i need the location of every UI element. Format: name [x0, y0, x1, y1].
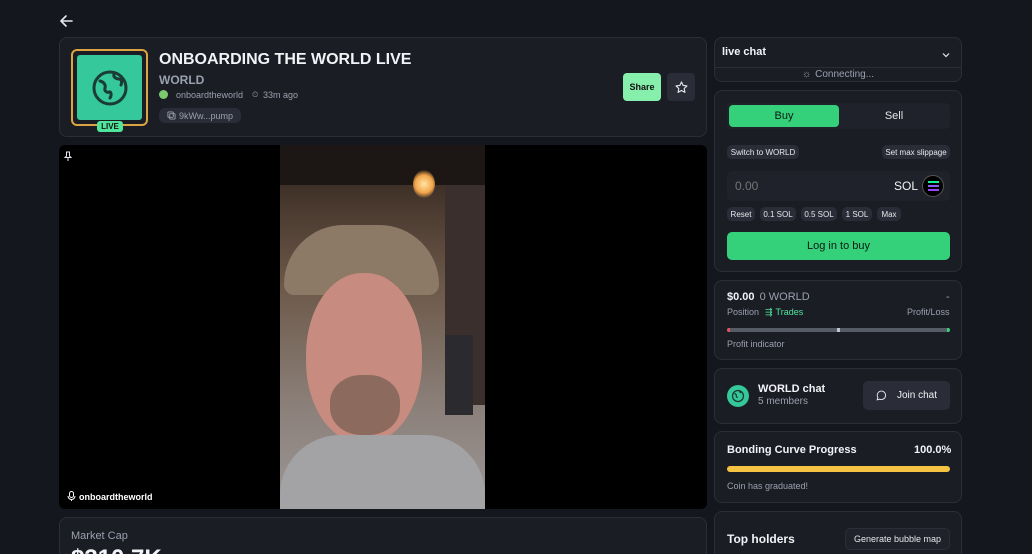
position-value: $0.00 0 WORLD	[727, 291, 810, 303]
chat-bubble-icon	[876, 390, 887, 401]
share-button[interactable]: Share	[623, 73, 661, 101]
position-amount: 0 WORLD	[759, 291, 810, 303]
position-usd: $0.00	[727, 291, 755, 303]
bonding-percent: 100.0%	[914, 444, 952, 456]
live-chat-header: live chat	[722, 46, 767, 58]
amount-input[interactable]	[735, 178, 875, 194]
bonding-label: Bonding Curve Progress	[727, 444, 857, 456]
globe-icon	[731, 389, 745, 403]
time-ago: 33m ago	[263, 90, 299, 100]
trade-panel: Buy Sell Switch to WORLD Set max slippag…	[714, 90, 962, 272]
market-cap-value: $310.7K	[71, 545, 162, 554]
star-icon	[674, 80, 688, 93]
clock-icon: ⏲	[252, 90, 259, 99]
profit-loss-label: Profit/Loss	[907, 307, 950, 317]
switch-token-button[interactable]: Switch to WORLD	[727, 145, 799, 159]
login-to-buy-button[interactable]: Log in to buy	[727, 232, 950, 260]
join-chat-label: Join chat	[896, 390, 938, 401]
video-frame	[280, 145, 485, 509]
community-avatar	[727, 385, 749, 407]
join-chat-button[interactable]: Join chat	[863, 381, 950, 410]
position-panel: $0.00 0 WORLD - Position ⇶ Trades Profit/…	[714, 280, 962, 360]
favorite-button[interactable]	[667, 73, 695, 101]
bubble-map-button[interactable]: Generate bubble map	[845, 528, 950, 550]
bonding-progress-fill	[727, 466, 950, 472]
bonding-progress-track	[727, 466, 950, 472]
live-chat-panel: live chat ☼ Connecting...	[714, 37, 962, 82]
solana-icon	[922, 175, 944, 197]
pin-icon[interactable]	[63, 149, 75, 161]
quick-0-1-sol[interactable]: 0.1 SOL	[760, 207, 796, 221]
trades-link[interactable]: ⇶ Trades	[765, 307, 803, 318]
top-holders-title: Top holders	[727, 532, 795, 546]
position-label: Position	[727, 307, 760, 317]
trades-label: Trades	[775, 307, 804, 317]
slippage-button[interactable]: Set max slippage	[882, 145, 950, 159]
chat-status-text: Connecting...	[815, 69, 875, 80]
globe-icon	[92, 70, 127, 105]
streamer-name: onboardtheworld	[79, 491, 153, 502]
quick-reset[interactable]: Reset	[727, 207, 755, 221]
live-badge: LIVE	[97, 121, 123, 132]
stream-title: ONBOARDING THE WORLD LIVE	[159, 51, 412, 68]
profit-indicator-bar	[727, 328, 950, 332]
currency-label: SOL	[894, 179, 919, 193]
contract-address: 9kWw...pump	[179, 110, 234, 121]
creator-link[interactable]: onboardtheworld	[176, 90, 243, 100]
community-name: WORLD chat	[758, 383, 826, 395]
quick-1-sol[interactable]: 1 SOL	[842, 207, 872, 221]
community-members: 5 members	[758, 396, 809, 407]
tab-sell[interactable]: Sell	[839, 105, 949, 127]
bonding-status: Coin has graduated!	[727, 481, 809, 491]
list-icon: ⇶	[765, 307, 773, 317]
quick-max[interactable]: Max	[877, 207, 901, 221]
trade-tabs: Buy Sell	[727, 103, 950, 129]
top-holders-panel: Top holders Generate bubble map	[714, 511, 962, 554]
streamer-tag: onboardtheworld	[67, 491, 153, 502]
video-player[interactable]: onboardtheworld	[59, 145, 707, 509]
tab-buy[interactable]: Buy	[729, 105, 839, 127]
contract-copy[interactable]: 9kWw...pump	[159, 108, 241, 123]
arrow-left-icon	[60, 15, 73, 27]
profit-indicator-label: Profit indicator	[727, 339, 785, 349]
position-dash: -	[946, 291, 950, 303]
bonding-curve-panel: Bonding Curve Progress 100.0% Coin has g…	[714, 431, 962, 503]
coin-avatar	[71, 49, 148, 126]
amount-field: SOL	[727, 171, 950, 201]
stream-header: LIVE ONBOARDING THE WORLD LIVE WORLD onb…	[59, 37, 707, 137]
chevron-down-icon[interactable]	[941, 47, 951, 58]
market-cap-card: Market Cap $310.7K	[59, 517, 707, 554]
quick-0-5-sol[interactable]: 0.5 SOL	[801, 207, 837, 221]
microphone-icon	[67, 491, 76, 501]
spinner-icon: ☼	[801, 69, 812, 80]
copy-icon	[167, 111, 176, 120]
market-cap-label: Market Cap	[71, 530, 128, 542]
community-chat-panel: WORLD chat 5 members Join chat	[714, 368, 962, 424]
chat-status: ☼ Connecting...	[715, 69, 961, 80]
creator-avatar	[159, 90, 168, 99]
coin-ticker: WORLD	[159, 73, 205, 87]
back-button[interactable]	[58, 12, 76, 30]
